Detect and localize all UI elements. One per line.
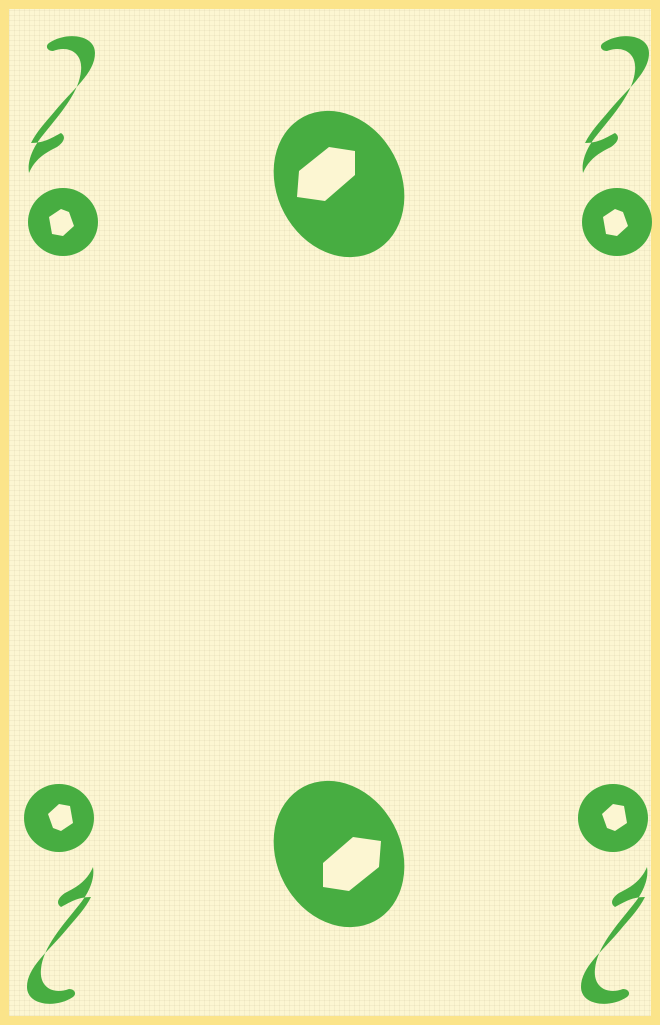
rank-two-glyph — [27, 867, 94, 1004]
corner-index-top-right — [575, 29, 655, 259]
rank-two-glyph — [581, 867, 648, 1004]
card-rank: 2 — [9, 9, 10, 10]
rank-two-glyph — [582, 36, 649, 173]
playing-card[interactable]: 2 — [0, 0, 660, 1025]
corner-index-bottom-right — [575, 781, 655, 1011]
coin-pip-bottom — [261, 779, 411, 929]
coin-icon — [24, 784, 94, 852]
corner-index-bottom-left — [21, 781, 101, 1011]
coin-icon — [582, 188, 652, 256]
coin-icon — [273, 780, 405, 928]
rank-two-glyph — [28, 36, 95, 173]
coin-icon — [28, 188, 98, 256]
corner-index-top-left — [21, 29, 101, 259]
coin-icon — [578, 784, 648, 852]
coin-icon — [273, 110, 405, 258]
coin-pip-top — [267, 109, 417, 259]
